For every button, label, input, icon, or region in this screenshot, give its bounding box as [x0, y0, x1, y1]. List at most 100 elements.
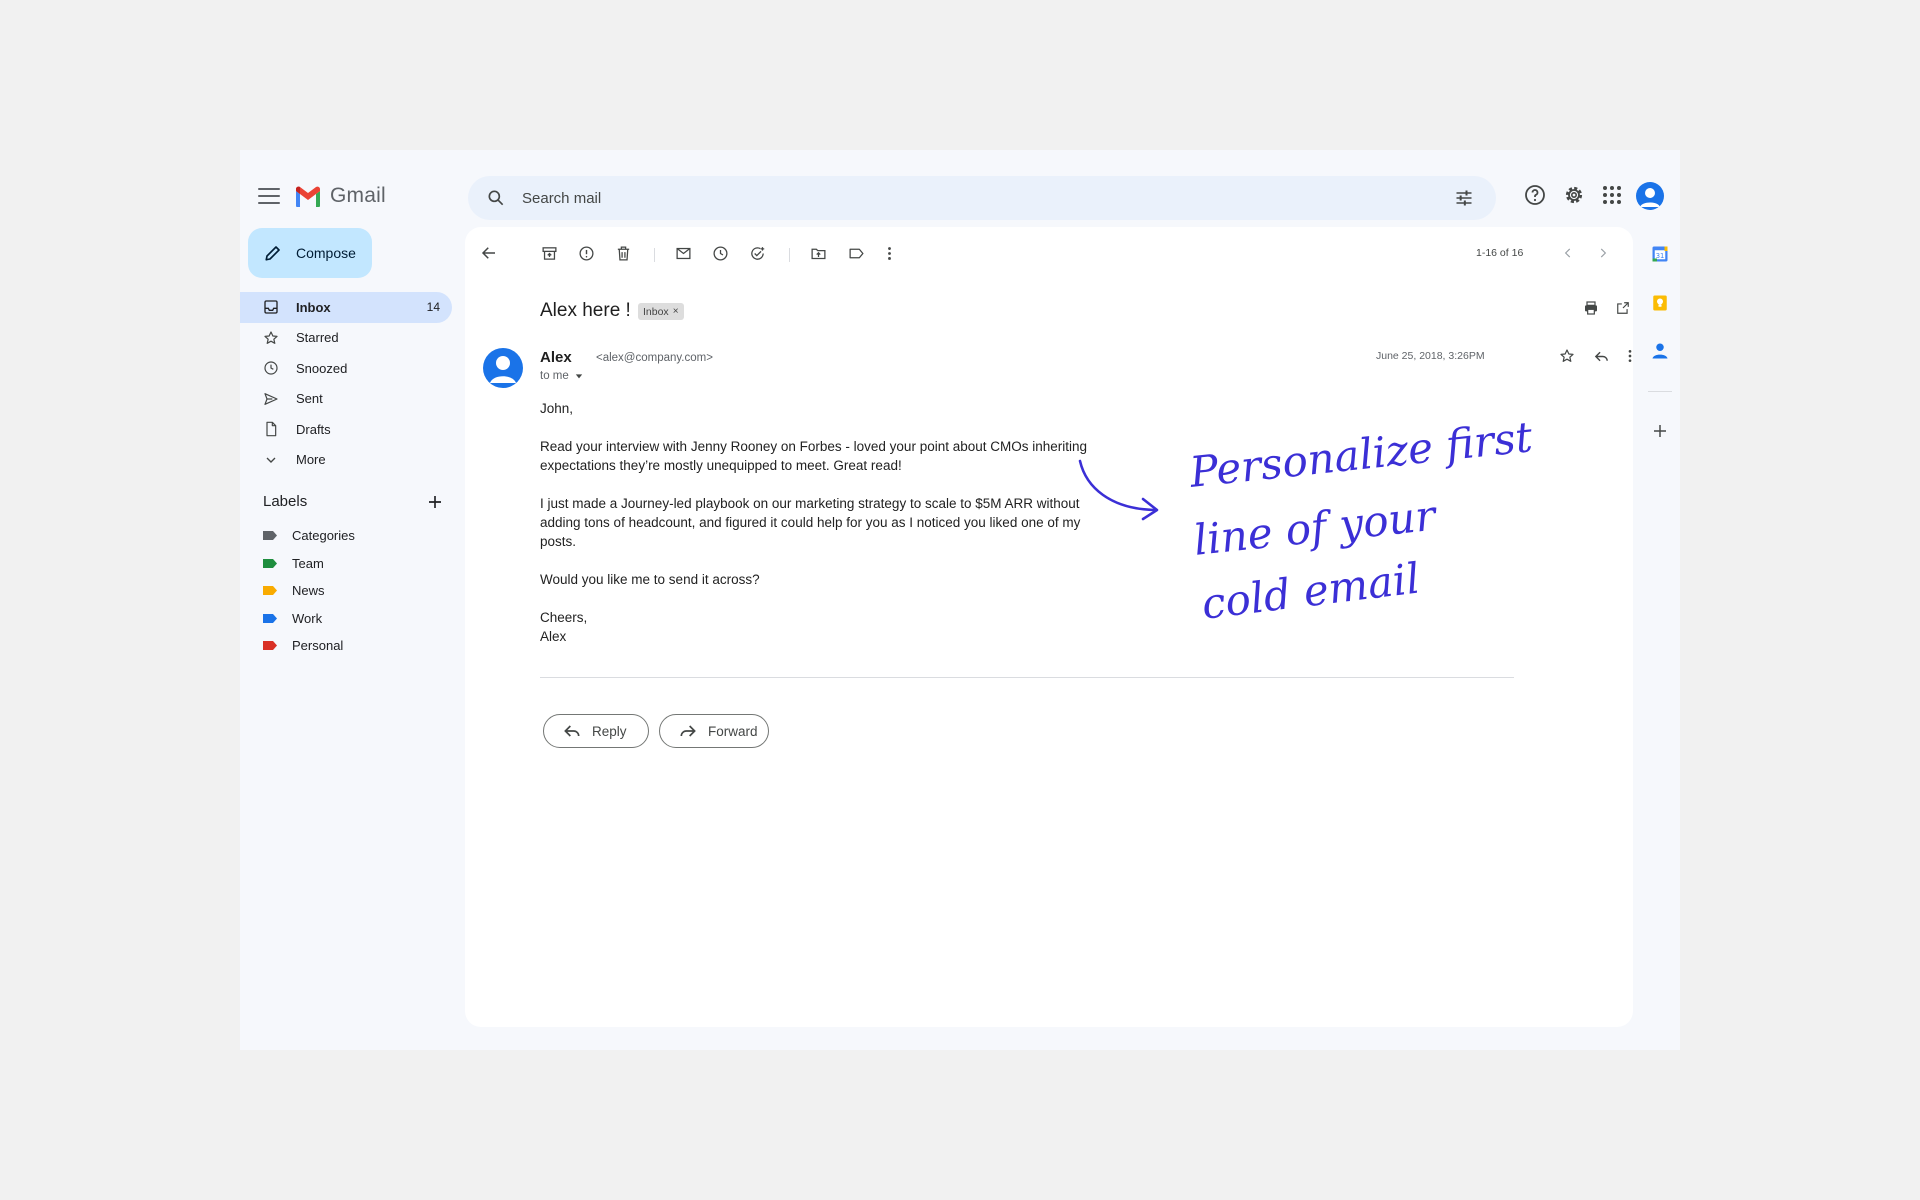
- label-name: News: [292, 583, 325, 599]
- inbox-icon: [264, 300, 278, 314]
- draft-icon: [266, 421, 277, 437]
- star-icon: [264, 331, 278, 344]
- snooze-button[interactable]: [710, 243, 730, 263]
- email-body: John, Read your interview with Jenny Roo…: [540, 399, 1110, 646]
- reply-icon: [1594, 351, 1608, 361]
- annotation-line: line of your: [1191, 490, 1438, 565]
- label-name: Team: [292, 555, 324, 571]
- sidebar-item-label: Inbox: [296, 299, 331, 315]
- open-new-window-button[interactable]: [1613, 298, 1633, 318]
- account-avatar[interactable]: [1636, 182, 1664, 210]
- archive-button[interactable]: [539, 243, 559, 263]
- app-name: Gmail: [330, 184, 386, 207]
- sidebar-item-sent[interactable]: Sent: [240, 384, 452, 415]
- add-task-button[interactable]: [747, 243, 767, 263]
- labels-button[interactable]: [846, 243, 866, 263]
- more-vert-icon: [887, 246, 891, 260]
- add-label-icon[interactable]: [426, 493, 444, 511]
- get-addons-button[interactable]: [1648, 419, 1672, 443]
- label-item-work[interactable]: Work: [240, 605, 452, 633]
- labels-list: Categories Team News Work Personal: [240, 522, 452, 660]
- reply-button[interactable]: Reply: [543, 714, 649, 748]
- sender-avatar[interactable]: [483, 348, 523, 388]
- reply-icon-button[interactable]: [1591, 346, 1611, 366]
- label-item-team[interactable]: Team: [240, 550, 452, 578]
- newer-button[interactable]: [1558, 243, 1578, 263]
- main-menu-icon[interactable]: [258, 188, 280, 206]
- inbox-label-badge[interactable]: Inbox ×: [638, 303, 684, 320]
- print-all-button[interactable]: [1581, 298, 1601, 318]
- delete-button[interactable]: [613, 243, 633, 263]
- email-subject: Alex here !: [540, 300, 631, 321]
- contacts-app-button[interactable]: [1648, 339, 1672, 363]
- sidebar-nav: Inbox 14 Starred Snoozed Sent Drafts Mor…: [240, 292, 452, 475]
- compose-label: Compose: [296, 245, 356, 261]
- pencil-icon: [265, 246, 280, 261]
- report-spam-button[interactable]: [576, 243, 596, 263]
- star-icon: [1560, 349, 1574, 362]
- sidebar-item-label: Drafts: [296, 421, 331, 437]
- archive-icon: [541, 246, 557, 260]
- sidebar-item-inbox[interactable]: Inbox 14: [240, 292, 452, 323]
- send-icon: [264, 392, 278, 405]
- calendar-app-button[interactable]: 31: [1648, 242, 1672, 266]
- reply-icon: [564, 725, 580, 737]
- back-button[interactable]: [479, 243, 499, 263]
- forward-label: Forward: [708, 723, 758, 739]
- forward-icon: [680, 725, 696, 737]
- email-signoff: Cheers,: [540, 610, 588, 625]
- trash-icon: [617, 245, 629, 261]
- label-item-news[interactable]: News: [240, 577, 452, 605]
- unread-count: 14: [426, 300, 440, 315]
- recipient-details-toggle[interactable]: to me: [540, 370, 583, 382]
- remove-label-icon[interactable]: ×: [673, 306, 679, 317]
- email-signature: Alex: [540, 629, 567, 644]
- search-options-icon[interactable]: [1454, 188, 1474, 208]
- gmail-logo[interactable]: Gmail: [294, 184, 386, 208]
- settings-gear-icon[interactable]: [1562, 183, 1586, 207]
- move-to-button[interactable]: [808, 243, 828, 263]
- svg-text:31: 31: [1656, 252, 1665, 260]
- rail-divider: [1648, 391, 1672, 392]
- sidebar-item-label: Snoozed: [296, 360, 348, 376]
- sidebar-item-starred[interactable]: Starred: [240, 323, 452, 354]
- mark-unread-button[interactable]: [673, 243, 693, 263]
- compose-button[interactable]: Compose: [248, 228, 372, 278]
- search-bar[interactable]: [468, 176, 1496, 220]
- more-options-button[interactable]: [879, 243, 899, 263]
- star-button[interactable]: [1557, 346, 1577, 366]
- sidebar-item-drafts[interactable]: Drafts: [240, 414, 452, 445]
- label-tag-icon: [263, 613, 277, 623]
- email-paragraph: Read your interview with Jenny Rooney on…: [540, 439, 1088, 473]
- reply-label: Reply: [592, 723, 627, 739]
- forward-button[interactable]: Forward: [659, 714, 769, 748]
- print-icon: [1585, 301, 1597, 315]
- sidebar-item-label: Starred: [296, 330, 339, 346]
- label-name: Work: [292, 610, 323, 626]
- search-input[interactable]: [522, 189, 1422, 207]
- badge-label: Inbox: [643, 305, 669, 318]
- sender-name[interactable]: Alex: [540, 349, 572, 366]
- label-tag-icon: [263, 558, 277, 568]
- chevron-down-icon: [266, 457, 276, 463]
- label-item-personal[interactable]: Personal: [240, 632, 452, 660]
- recipient-text: to me: [540, 370, 569, 382]
- message-more-button[interactable]: [1620, 346, 1640, 366]
- caret-down-icon: [575, 374, 582, 379]
- keep-icon: [1653, 295, 1667, 311]
- keep-app-button[interactable]: [1648, 291, 1672, 315]
- email-date: June 25, 2018, 3:26PM: [1376, 350, 1485, 362]
- divider: [540, 677, 1514, 678]
- sidebar-item-snoozed[interactable]: Snoozed: [240, 353, 452, 384]
- chevron-right-icon: [1600, 248, 1607, 258]
- arrow-back-icon: [481, 247, 495, 259]
- plus-icon: [1654, 425, 1666, 437]
- apps-grid-icon[interactable]: [1600, 183, 1624, 207]
- label-tag-icon: [263, 641, 277, 651]
- sidebar-item-more[interactable]: More: [240, 445, 452, 476]
- label-item-categories[interactable]: Categories: [240, 522, 452, 550]
- help-icon[interactable]: [1523, 183, 1547, 207]
- label-name: Categories: [292, 528, 355, 544]
- older-button[interactable]: [1593, 243, 1613, 263]
- search-icon[interactable]: [486, 188, 506, 208]
